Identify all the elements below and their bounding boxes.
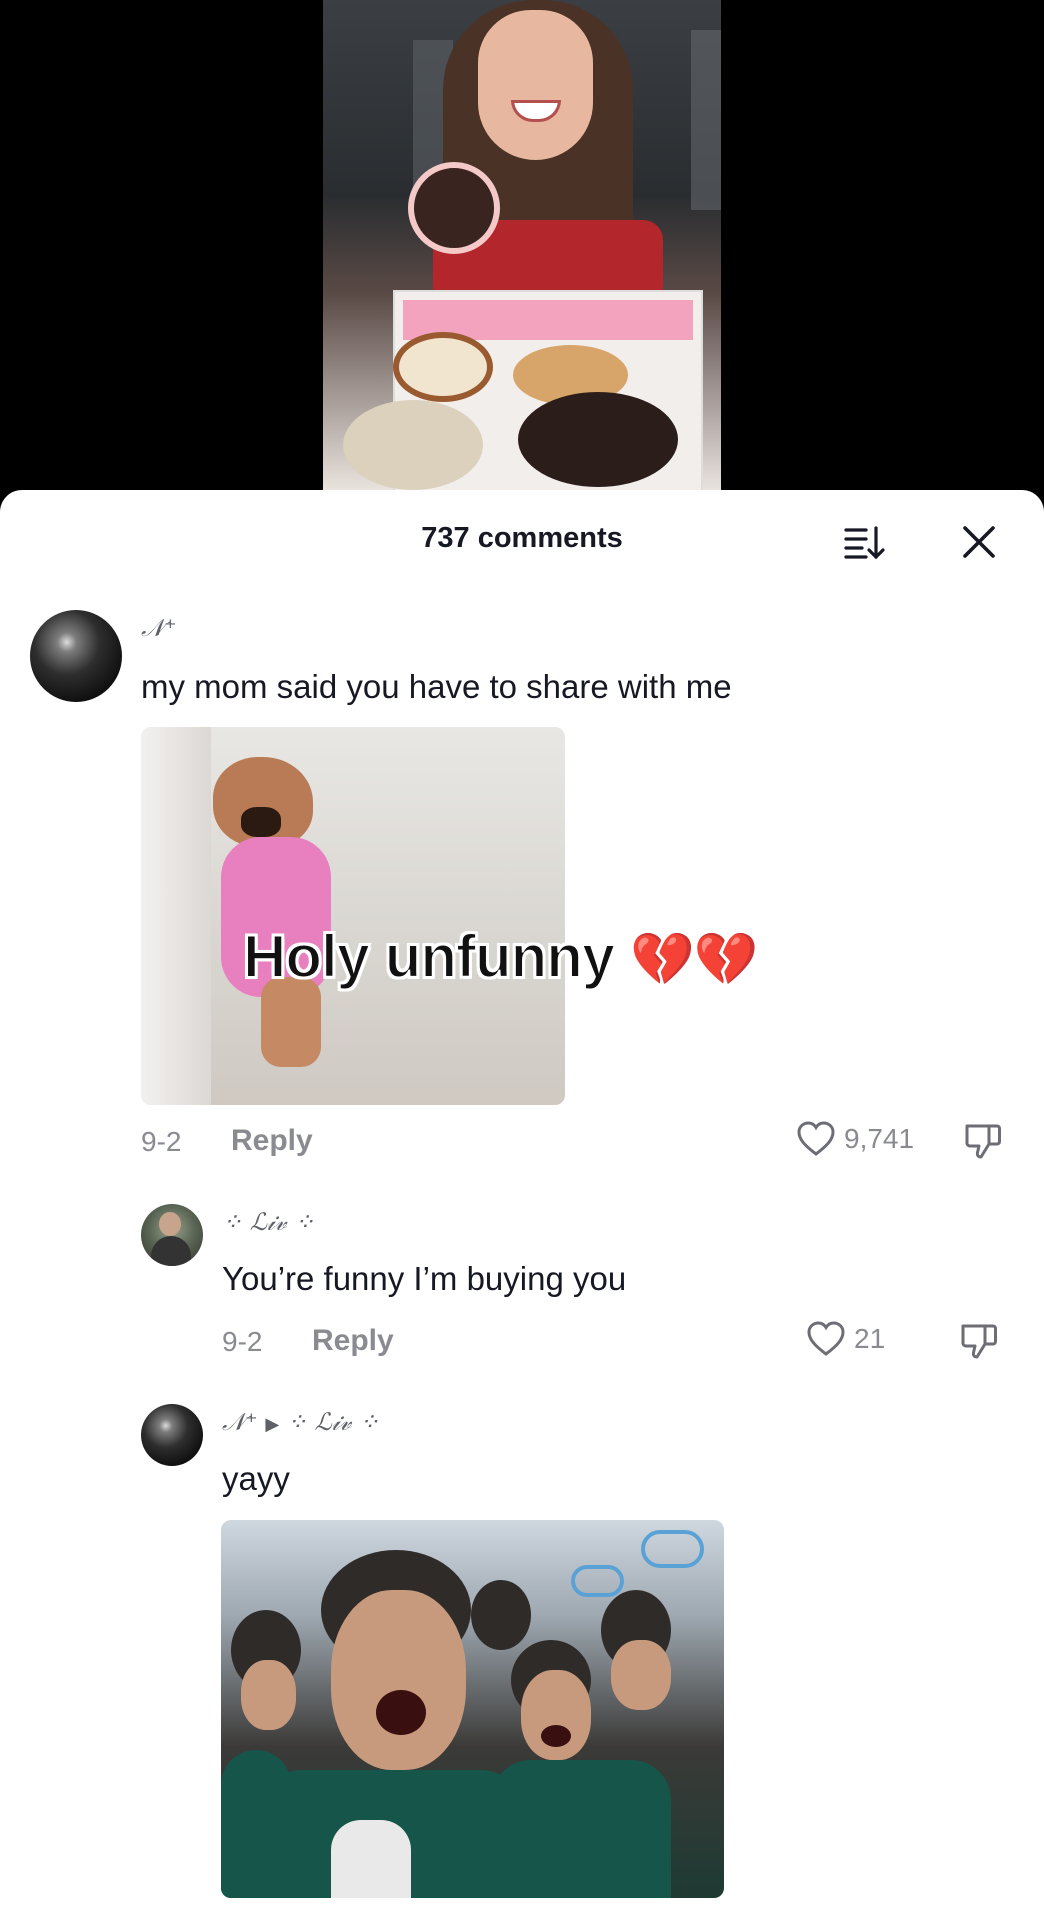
video-bg-window (691, 30, 721, 210)
gif-tracksuit (221, 1750, 291, 1898)
gif-dog-snout (241, 807, 281, 837)
held-cookie (408, 162, 500, 254)
reply-username[interactable]: ⁘ ℒ𝒾𝓋 ⁘ (222, 1208, 314, 1236)
video-person-face (478, 10, 593, 160)
comments-sheet: 737 comments 𝒩⁺ my mom said you have to … (0, 490, 1044, 1920)
reply-text: yayy (222, 1460, 290, 1497)
reply-author[interactable]: 𝒩⁺ (222, 1408, 258, 1436)
cookie (518, 392, 678, 487)
reply-to-username[interactable]: ⁘ ℒ𝒾𝓋 ⁘ (287, 1408, 379, 1436)
gif-cloud (641, 1530, 704, 1568)
close-button[interactable] (955, 518, 1003, 566)
cookie (343, 400, 483, 490)
avatar[interactable] (30, 610, 122, 702)
gif-caption: Holy unfunny 💔💔 (242, 922, 758, 991)
gif-main-face (331, 1590, 466, 1770)
gif-crowd-face (611, 1640, 671, 1710)
sort-icon (844, 526, 885, 560)
comment-username[interactable]: 𝒩⁺ (141, 614, 177, 642)
reply-username: 𝒩⁺ ▶ ⁘ ℒ𝒾𝓋 ⁘ (222, 1408, 379, 1436)
gif-caption-text: Holy unfunny (242, 922, 616, 991)
avatar[interactable] (141, 1204, 203, 1266)
comments-header: 737 comments (0, 490, 1044, 590)
gif-tracksuit (491, 1760, 671, 1898)
reply-text: You’re funny I’m buying you (222, 1260, 627, 1297)
video-thumbnail[interactable] (323, 0, 721, 490)
comment-date: 9-2 (141, 1126, 182, 1157)
sort-button[interactable] (840, 518, 890, 566)
gif-main-mouth (376, 1690, 426, 1735)
video-preview[interactable] (0, 0, 1044, 500)
reply-button[interactable]: Reply (312, 1324, 394, 1358)
comment-gif[interactable] (221, 1520, 724, 1898)
cookie (393, 332, 493, 402)
avatar-head (159, 1212, 181, 1236)
reply-arrow-icon: ▶ (265, 1414, 280, 1435)
gif-crowd-mouth (541, 1725, 571, 1747)
gif-shirt (331, 1820, 411, 1898)
heart-outline-icon (807, 1321, 845, 1356)
dislike-icon (965, 1124, 1001, 1159)
reply-date: 9-2 (222, 1326, 263, 1357)
like-count: 9,741 (844, 1123, 915, 1154)
gif-wall (141, 727, 211, 1105)
comment-text: my mom said you have to share with me (141, 668, 732, 705)
gif-cloud (571, 1565, 624, 1597)
avatar-shoulder (151, 1236, 191, 1266)
dislike-icon (961, 1324, 997, 1359)
dislike-button[interactable] (962, 1120, 1004, 1167)
reply-button[interactable]: Reply (231, 1124, 313, 1158)
gif-crowd-face (241, 1660, 296, 1730)
dislike-button[interactable] (958, 1320, 1000, 1367)
like-button[interactable]: 21 (806, 1320, 885, 1358)
like-count: 21 (854, 1323, 886, 1354)
comment-gif[interactable] (141, 727, 565, 1105)
avatar[interactable] (141, 1404, 203, 1466)
broken-heart-emoji: 💔💔 (629, 931, 758, 989)
like-button[interactable]: 9,741 (796, 1120, 914, 1158)
close-icon (963, 526, 995, 558)
heart-outline-icon (797, 1121, 835, 1156)
gif-crowd-head (471, 1580, 531, 1650)
